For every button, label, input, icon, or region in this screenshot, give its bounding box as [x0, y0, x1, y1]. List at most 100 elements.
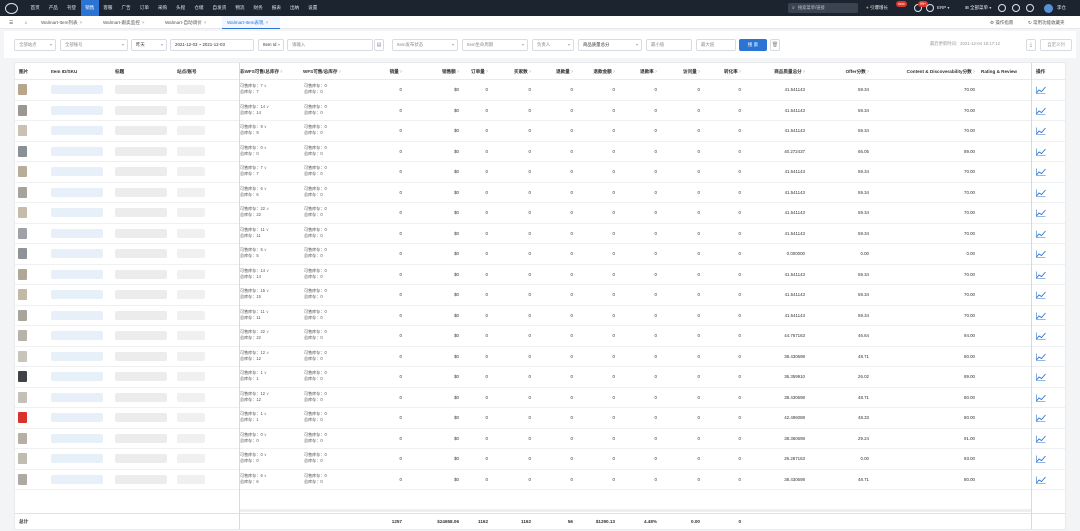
trend-chart-icon[interactable]: [1036, 332, 1046, 340]
date-range-picker[interactable]: 2021-12-03 ~ 2021-12-03: [170, 39, 254, 51]
app-logo[interactable]: [5, 2, 18, 14]
table-row[interactable]: 可售库存：6 ∨ 总库存：6 可售库存：0 总库存：0 0 $0 0 0 0 0 0 0 0 41.541…: [15, 183, 1065, 203]
tab-item[interactable]: Walmart-跟卖监控 ×: [98, 16, 156, 29]
table-row[interactable]: 可售库存：11 ∨ 总库存：11 可售库存：0 总库存：0 0 $0 0 0 0 0 0 0 0 41.5…: [15, 306, 1065, 326]
chevron-down-icon[interactable]: ∨: [265, 391, 269, 396]
chevron-down-icon[interactable]: ∨: [265, 227, 269, 232]
period-select[interactable]: 昨天 ▾: [131, 39, 167, 51]
tab-item[interactable]: Walmart-Item表现 ×: [222, 16, 280, 29]
chevron-down-icon[interactable]: ∨: [263, 452, 267, 457]
header-refund-amount[interactable]: 退款金额?: [575, 63, 615, 80]
nav-item[interactable]: 首页: [26, 0, 44, 16]
trend-chart-icon[interactable]: [1036, 312, 1046, 320]
trend-chart-icon[interactable]: [1036, 476, 1046, 484]
product-thumbnail[interactable]: [18, 473, 27, 485]
product-thumbnail[interactable]: [18, 453, 27, 464]
chevron-down-icon[interactable]: ∨: [263, 145, 267, 150]
table-row[interactable]: 可售库存：11 ∨ 总库存：11 可售库存：0 总库存：0 0 $0 0 0 0 0 0 0 0 41.5…: [15, 224, 1065, 244]
trend-chart-icon[interactable]: [1036, 271, 1046, 279]
product-thumbnail[interactable]: [18, 371, 27, 382]
table-row[interactable]: 可售库存：12 ∨ 总库存：12 可售库存：0 总库存：0 0 $0 0 0 0 0 0 0 0 38.4…: [15, 347, 1065, 367]
nav-item[interactable]: 销售: [80, 0, 99, 16]
nav-item[interactable]: 报表: [267, 0, 285, 16]
table-row[interactable]: 可售库存：7 ∨ 总库存：7 可售库存：0 总库存：0 0 $0 0 0 0 0 0 0 0 41.541…: [15, 162, 1065, 183]
header-refund-rate[interactable]: 退款率?: [627, 63, 657, 80]
chevron-down-icon[interactable]: ∨: [263, 83, 267, 88]
nav-item[interactable]: 自发货: [208, 0, 231, 16]
table-row[interactable]: 可售库存：0 ∨ 总库存：0 可售库存：0 总库存：0 0 $0 0 0 0 0 0 0 0 38.360…: [15, 429, 1065, 449]
nav-item[interactable]: 头程: [172, 0, 190, 16]
plus-icon[interactable]: [1012, 4, 1020, 12]
trend-chart-icon[interactable]: [1036, 230, 1046, 238]
header-buyers[interactable]: 买家数?: [501, 63, 531, 80]
lifecycle-select[interactable]: Item生命周期 ▾: [462, 39, 528, 51]
menu-search-input[interactable]: ⌕ 搜索菜单/链接: [788, 3, 858, 13]
user-name[interactable]: 李仓: [1057, 0, 1066, 16]
metric-select[interactable]: 商品质量总分 ▾: [578, 39, 642, 51]
chevron-down-icon[interactable]: ∨: [265, 288, 269, 293]
table-row[interactable]: 可售库存：6 ∨ 总库存：6 可售库存：0 总库存：0 0 $0 0 0 0 0 0 0 0 38.430…: [15, 470, 1065, 490]
download-icon[interactable]: ⤓: [1026, 39, 1036, 51]
batch-search-icon[interactable]: ▤: [374, 39, 384, 51]
product-thumbnail[interactable]: [18, 432, 27, 444]
chevron-down-icon[interactable]: ∨: [265, 350, 269, 355]
table-row[interactable]: 可售库存：1 ∨ 总库存：1 可售库存：0 总库存：0 0 $0 0 0 0 0 0 0 0 36.359…: [15, 367, 1065, 388]
product-thumbnail[interactable]: [18, 186, 27, 198]
trend-chart-icon[interactable]: [1036, 353, 1046, 361]
table-row[interactable]: 可售库存：5 ∨ 总库存：5 可售库存：0 总库存：0 0 $0 0 0 0 0 0 0 0 0.0000…: [15, 244, 1065, 265]
site-select[interactable]: 全部站点 ▾: [14, 39, 56, 51]
table-row[interactable]: 可售库存：15 ∨ 总库存：15 可售库存：0 总库存：0 0 $0 0 0 0 0 0 0 0 41.5…: [15, 285, 1065, 306]
sidebar-toggle-icon[interactable]: ☰: [5, 16, 17, 29]
item-id-input[interactable]: 请输入: [287, 39, 373, 51]
nav-item[interactable]: 仓储: [190, 0, 208, 16]
product-thumbnail[interactable]: [18, 145, 27, 157]
product-thumbnail[interactable]: [18, 104, 27, 116]
nav-item[interactable]: 订单: [135, 0, 153, 16]
trend-chart-icon[interactable]: [1036, 168, 1046, 176]
nav-item[interactable]: 设置: [304, 0, 322, 16]
chevron-down-icon[interactable]: ∨: [263, 124, 267, 129]
nav-item[interactable]: 采购: [153, 0, 171, 16]
table-row[interactable]: 可售库存：0 ∨ 总库存：0 可售库存：0 总库存：0 0 $0 0 0 0 0 0 0 0 26.287…: [15, 449, 1065, 470]
chevron-down-icon[interactable]: ∨: [263, 165, 267, 170]
header-wfs-stock[interactable]: WFS可售/总库存?: [303, 63, 341, 80]
product-thumbnail[interactable]: [18, 412, 27, 423]
chevron-down-icon[interactable]: ∨: [263, 247, 267, 252]
search-button[interactable]: 搜 索: [739, 39, 767, 51]
guide-link[interactable]: ⚙ 操作指南: [990, 16, 1013, 29]
chevron-down-icon[interactable]: ∨: [263, 432, 267, 437]
table-row[interactable]: 可售库存：14 ∨ 总库存：14 可售库存：0 总库存：0 0 $0 0 0 0 0 0 0 0 41.5…: [15, 101, 1065, 121]
owner-select[interactable]: 负责人 ▾: [532, 39, 574, 51]
header-offer-score[interactable]: Offer分数?: [815, 63, 869, 80]
trend-chart-icon[interactable]: [1036, 189, 1046, 197]
header-content-score[interactable]: Content & Discoverability分数?: [875, 63, 975, 80]
growth-link[interactable]: ● 引爆增长: [866, 0, 888, 16]
table-row[interactable]: 可售库存：9 ∨ 总库存：9 可售库存：0 总库存：0 0 $0 0 0 0 0 0 0 0 41.541…: [15, 121, 1065, 142]
nav-item[interactable]: 刊登: [62, 0, 80, 16]
nav-item[interactable]: 财务: [249, 0, 267, 16]
publish-status-select[interactable]: Item发布状态 ▾: [392, 39, 458, 51]
header-quality-score[interactable]: 商品质量总分?: [735, 63, 805, 80]
trend-chart-icon[interactable]: [1036, 291, 1046, 299]
all-menu-button[interactable]: ⊞ 全部菜单 ▾: [965, 0, 991, 16]
max-value-input[interactable]: 最大值: [696, 39, 736, 51]
header-orders[interactable]: 订单量?: [458, 63, 488, 80]
custom-columns-button[interactable]: 自定义列: [1040, 39, 1072, 51]
favorites-link[interactable]: ↻ 常用功能收藏夹: [1028, 16, 1065, 29]
chevron-down-icon[interactable]: ∨: [265, 309, 269, 314]
product-thumbnail[interactable]: [18, 227, 27, 239]
nav-item[interactable]: 出纳: [285, 0, 303, 16]
trash-icon[interactable]: 🗑: [770, 39, 780, 51]
horizontal-scrollbar[interactable]: [239, 509, 1031, 512]
min-value-input[interactable]: 最小值: [646, 39, 692, 51]
notification-icon[interactable]: [1026, 4, 1034, 12]
product-thumbnail[interactable]: [18, 330, 27, 341]
product-thumbnail[interactable]: [18, 207, 27, 218]
close-icon[interactable]: ×: [142, 20, 145, 25]
product-thumbnail[interactable]: [18, 350, 27, 362]
product-thumbnail[interactable]: [18, 268, 27, 280]
avatar[interactable]: [1044, 3, 1053, 13]
chevron-down-icon[interactable]: ∨: [265, 268, 269, 273]
trend-chart-icon[interactable]: [1036, 414, 1046, 422]
trend-chart-icon[interactable]: [1036, 394, 1046, 402]
